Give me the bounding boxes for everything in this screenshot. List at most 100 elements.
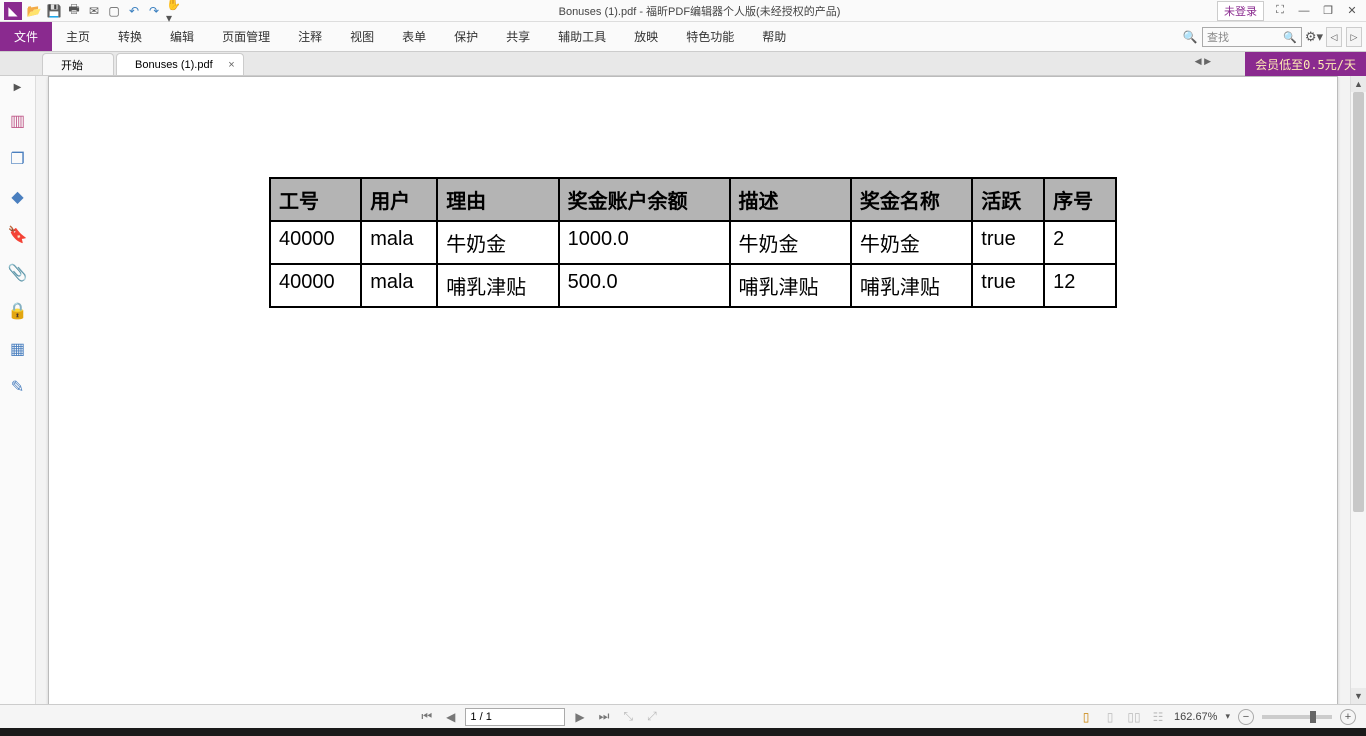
ribbon-prev-icon[interactable]: ◁	[1326, 27, 1342, 47]
cell: 哺乳津贴	[851, 264, 972, 307]
promo-banner[interactable]: 会员低至0.5元/天	[1245, 52, 1366, 76]
cell: 12	[1044, 264, 1116, 307]
zoom-slider-handle[interactable]	[1310, 711, 1316, 723]
tab-document-label: Bonuses (1).pdf	[135, 59, 213, 71]
menu-access[interactable]: 辅助工具	[544, 22, 620, 51]
nav-extra1-icon[interactable]: ⤡	[619, 709, 637, 724]
minimize-icon[interactable]: —	[1296, 3, 1312, 19]
menu-annotate[interactable]: 注释	[284, 22, 336, 51]
scroll-down-icon[interactable]: ▼	[1351, 688, 1366, 704]
cell: 牛奶金	[437, 221, 558, 264]
zoom-in-button[interactable]: +	[1340, 709, 1356, 725]
page-number-input[interactable]	[465, 708, 565, 726]
menu-slideshow[interactable]: 放映	[620, 22, 672, 51]
ribbon-next-icon[interactable]: ▷	[1346, 27, 1362, 47]
tab-close-icon[interactable]: ×	[228, 59, 234, 71]
zoom-slider[interactable]	[1262, 715, 1332, 719]
prev-page-icon[interactable]: ◀	[442, 710, 459, 724]
cell: 哺乳津贴	[437, 264, 558, 307]
lock-icon[interactable]: 🔒	[8, 301, 28, 321]
cell: 40000	[270, 264, 361, 307]
settings-icon[interactable]: ⚙▾	[1306, 29, 1322, 45]
sidebar-collapse-icon[interactable]: ▶	[14, 82, 22, 93]
cell: 40000	[270, 221, 361, 264]
menu-home[interactable]: 主页	[52, 22, 104, 51]
col-balance: 奖金账户余额	[559, 178, 730, 221]
vertical-scrollbar[interactable]: ▲ ▼	[1350, 76, 1366, 704]
scroll-track[interactable]	[1351, 92, 1366, 688]
cell: 牛奶金	[730, 221, 851, 264]
view-continuous-icon[interactable]: ▯	[1102, 709, 1118, 725]
login-button[interactable]: 未登录	[1217, 1, 1264, 21]
page-navigator: ⏮ ◀ ▶ ⏭ ⤡ ⤢	[0, 708, 1078, 726]
os-taskbar	[0, 728, 1366, 736]
save-icon[interactable]: 💾	[46, 3, 62, 19]
next-page-icon[interactable]: ▶	[571, 710, 588, 724]
print-icon[interactable]: 🖶	[66, 3, 82, 19]
tab-scroll-icon[interactable]: ◀ ▶	[1195, 56, 1211, 67]
zoom-dropdown-icon[interactable]: ▾	[1225, 711, 1230, 722]
layers-icon[interactable]: ◆	[8, 187, 28, 207]
app-logo-icon: ◣	[4, 2, 22, 20]
main-area: ▶ ▥ ❐ ◆ 🔖 📎 🔒 ▦ ✎ 工号 用户 理由 奖金账户余额 描述	[0, 76, 1366, 704]
view-facing-icon[interactable]: ▯▯	[1126, 709, 1142, 725]
menu-page[interactable]: 页面管理	[208, 22, 284, 51]
menu-view[interactable]: 视图	[336, 22, 388, 51]
status-bar: ⏮ ◀ ▶ ⏭ ⤡ ⤢ ▯ ▯ ▯▯ ☷ 162.67% ▾ − +	[0, 704, 1366, 728]
redo-icon[interactable]: ↷	[146, 3, 162, 19]
bookmark-icon[interactable]: 🔖	[8, 225, 28, 245]
tab-start[interactable]: 开始	[42, 53, 114, 75]
col-user: 用户	[361, 178, 437, 221]
menu-convert[interactable]: 转换	[104, 22, 156, 51]
menu-features[interactable]: 特色功能	[672, 22, 748, 51]
title-bar: ◣ 📂 💾 🖶 ✉ ▢ ↶ ↷ ✋▾ Bonuses (1).pdf - 福昕P…	[0, 0, 1366, 22]
search-input[interactable]: 查找 🔍	[1202, 27, 1302, 47]
menu-edit[interactable]: 编辑	[156, 22, 208, 51]
col-description: 描述	[730, 178, 851, 221]
clipboard-icon[interactable]: ❐	[8, 149, 28, 169]
open-icon[interactable]: 📂	[26, 3, 42, 19]
fullscreen-icon[interactable]: ⛶	[1272, 3, 1288, 19]
last-page-icon[interactable]: ⏭	[595, 709, 614, 724]
signature-icon[interactable]: ✎	[8, 377, 28, 397]
first-page-icon[interactable]: ⏮	[417, 709, 436, 724]
undo-icon[interactable]: ↶	[126, 3, 142, 19]
menubar-right: 🔍 查找 🔍 ⚙▾ ◁ ▷	[1182, 22, 1366, 52]
tab-start-label: 开始	[61, 57, 83, 73]
cell: mala	[361, 264, 437, 307]
view-single-icon[interactable]: ▯	[1078, 709, 1094, 725]
cell: mala	[361, 221, 437, 264]
cell: 2	[1044, 221, 1116, 264]
menu-form[interactable]: 表单	[388, 22, 440, 51]
scroll-thumb[interactable]	[1353, 92, 1364, 512]
new-icon[interactable]: ▢	[106, 3, 122, 19]
left-sidebar: ▶ ▥ ❐ ◆ 🔖 📎 🔒 ▦ ✎	[0, 76, 36, 704]
zoom-out-button[interactable]: −	[1238, 709, 1254, 725]
page-canvas[interactable]: 工号 用户 理由 奖金账户余额 描述 奖金名称 活跃 序号 40000	[36, 76, 1350, 704]
form-panel-icon[interactable]: ▦	[8, 339, 28, 359]
restore-icon[interactable]: ❐	[1320, 3, 1336, 19]
col-seq: 序号	[1044, 178, 1116, 221]
cell: true	[972, 264, 1044, 307]
email-icon[interactable]: ✉	[86, 3, 102, 19]
tab-document[interactable]: Bonuses (1).pdf ×	[116, 53, 244, 75]
cell: 500.0	[559, 264, 730, 307]
col-employee-id: 工号	[270, 178, 361, 221]
view-facing-cont-icon[interactable]: ☷	[1150, 709, 1166, 725]
search-go-icon[interactable]: 🔍	[1283, 31, 1297, 44]
window-controls: 未登录 ⛶ — ❐ ✕	[1217, 1, 1366, 21]
folder-search-icon[interactable]: 🔍	[1182, 29, 1198, 45]
search-placeholder: 查找	[1207, 29, 1229, 45]
menu-help[interactable]: 帮助	[748, 22, 800, 51]
scroll-up-icon[interactable]: ▲	[1351, 76, 1366, 92]
hand-icon[interactable]: ✋▾	[166, 3, 182, 19]
menu-share[interactable]: 共享	[492, 22, 544, 51]
col-reason: 理由	[437, 178, 558, 221]
attachment-icon[interactable]: 📎	[8, 263, 28, 283]
cell: 1000.0	[559, 221, 730, 264]
menu-protect[interactable]: 保护	[440, 22, 492, 51]
close-icon[interactable]: ✕	[1344, 3, 1360, 19]
menu-file[interactable]: 文件	[0, 22, 52, 51]
page-panel-icon[interactable]: ▥	[8, 111, 28, 131]
nav-extra2-icon[interactable]: ⤢	[643, 709, 661, 724]
